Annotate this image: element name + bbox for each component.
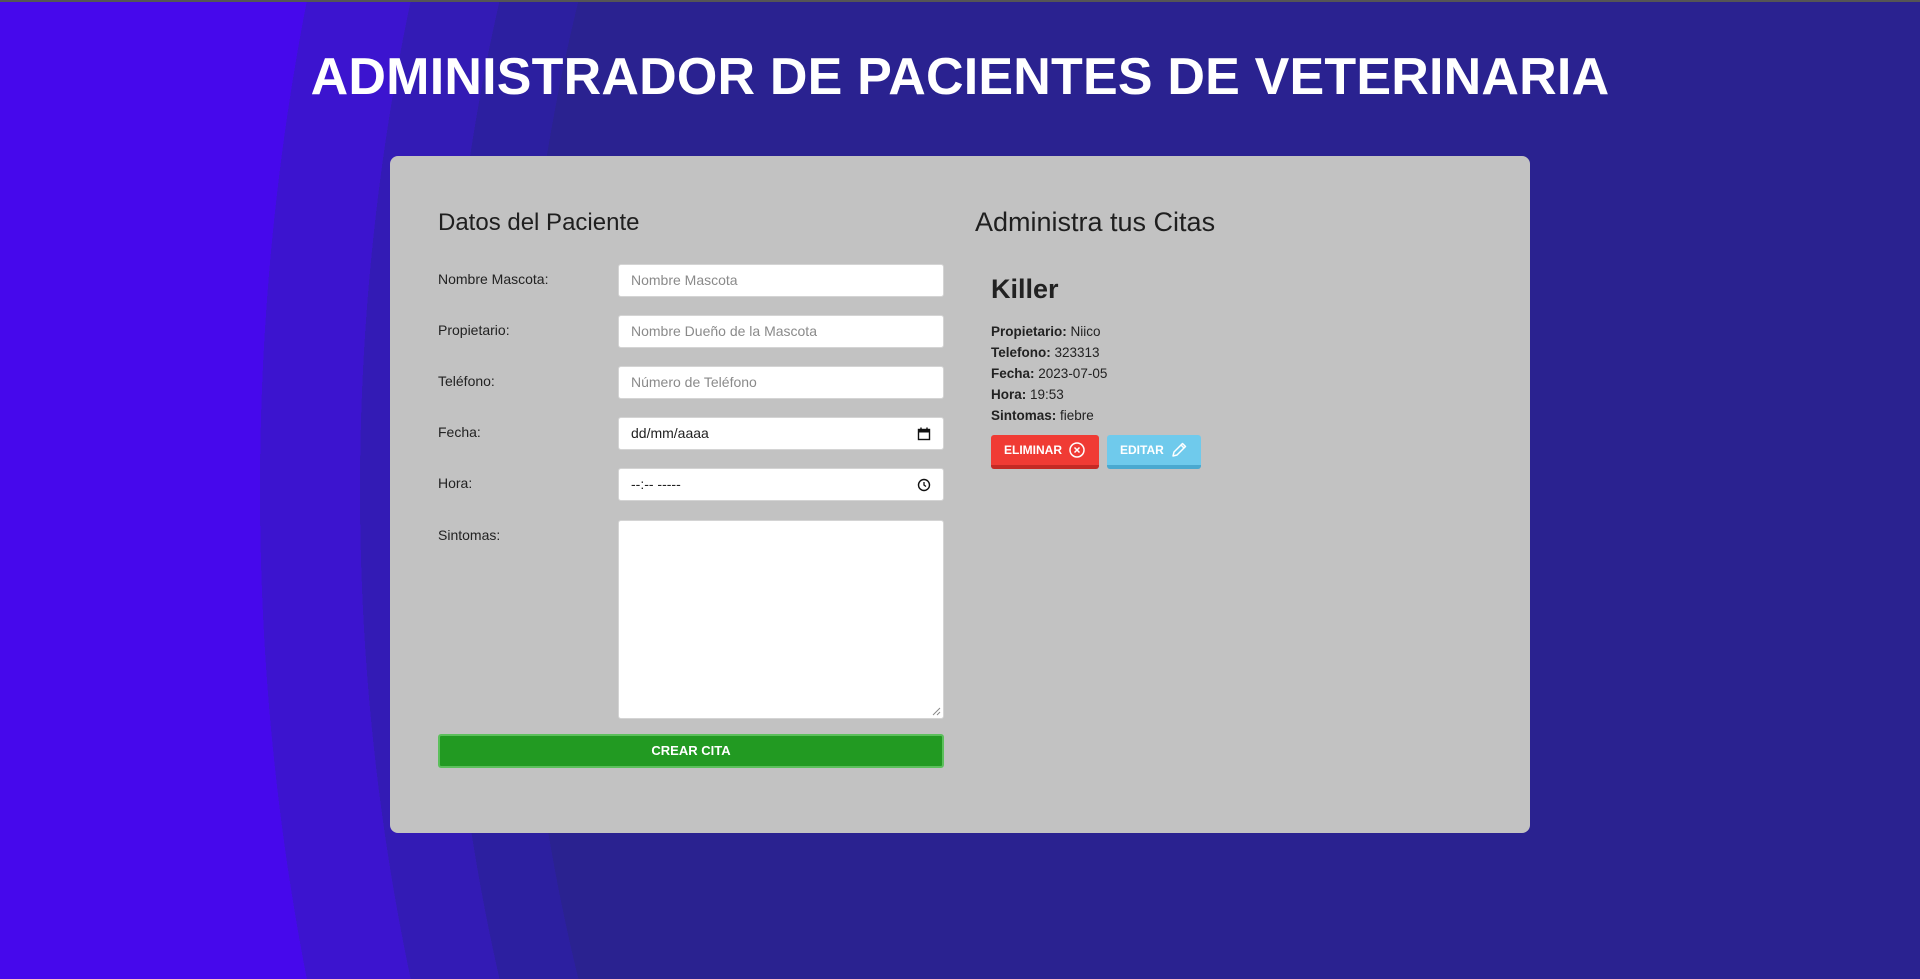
pet-name-placeholder: Nombre Mascota [631, 272, 738, 288]
owner-label: Propietario: [438, 322, 510, 338]
phone-input[interactable]: Número de Teléfono [618, 366, 944, 399]
window-top-border [0, 0, 1920, 2]
time-label: Hora: [438, 475, 473, 491]
appointment-card: Killer Propietario: Niico Telefono: 3233… [991, 274, 1491, 469]
appointment-symptoms-label: Sintomas: [991, 408, 1057, 423]
form-title: Datos del Paciente [438, 209, 640, 236]
pencil-icon [1172, 442, 1187, 457]
time-input[interactable]: --:-- ----- [618, 468, 944, 501]
page-title: ADMINISTRADOR DE PACIENTES DE VETERINARI… [310, 48, 1610, 106]
pet-name-label: Nombre Mascota: [438, 271, 549, 287]
date-input[interactable]: dd/mm/aaaa [618, 417, 944, 450]
appointment-actions: ELIMINAR EDITAR [991, 435, 1491, 469]
appointment-owner-label: Propietario: [991, 324, 1067, 339]
resize-handle-icon[interactable] [931, 706, 941, 716]
appointments-title: Administra tus Citas [975, 207, 1216, 237]
appointment-symptoms-value: fiebre [1060, 408, 1094, 423]
appointment-time-value: 19:53 [1030, 387, 1064, 402]
create-appointment-button[interactable]: CREAR CITA [438, 734, 944, 768]
appointment-owner: Propietario: Niico [991, 321, 1491, 342]
appointment-date-value: 2023-07-05 [1038, 366, 1108, 381]
appointment-time: Hora: 19:53 [991, 384, 1491, 405]
phone-placeholder: Número de Teléfono [631, 374, 757, 390]
symptoms-label: Sintomas: [438, 527, 501, 543]
appointment-time-label: Hora: [991, 387, 1027, 402]
calendar-icon[interactable] [917, 427, 931, 441]
symptoms-textarea[interactable] [618, 520, 944, 719]
phone-label: Teléfono: [438, 373, 495, 389]
appointment-phone-label: Telefono: [991, 345, 1051, 360]
delete-button[interactable]: ELIMINAR [991, 435, 1099, 469]
owner-placeholder: Nombre Dueño de la Mascota [631, 323, 817, 339]
main-card: Datos del Paciente Nombre Mascota: Nombr… [390, 156, 1530, 833]
appointment-pet-name: Killer [991, 274, 1059, 304]
appointment-symptoms: Sintomas: fiebre [991, 405, 1491, 426]
date-label: Fecha: [438, 424, 481, 440]
edit-button[interactable]: EDITAR [1107, 435, 1201, 469]
x-circle-icon [1069, 442, 1085, 458]
owner-input[interactable]: Nombre Dueño de la Mascota [618, 315, 944, 348]
time-value: --:-- ----- [631, 476, 681, 492]
appointment-owner-value: Niico [1070, 324, 1101, 339]
edit-button-label: EDITAR [1120, 443, 1164, 457]
appointment-phone-value: 323313 [1054, 345, 1100, 360]
date-value: dd/mm/aaaa [631, 425, 709, 441]
clock-icon[interactable] [917, 478, 931, 492]
delete-button-label: ELIMINAR [1004, 443, 1062, 457]
appointment-date-label: Fecha: [991, 366, 1035, 381]
pet-name-input[interactable]: Nombre Mascota [618, 264, 944, 297]
appointment-date: Fecha: 2023-07-05 [991, 363, 1491, 384]
appointment-phone: Telefono: 323313 [991, 342, 1491, 363]
